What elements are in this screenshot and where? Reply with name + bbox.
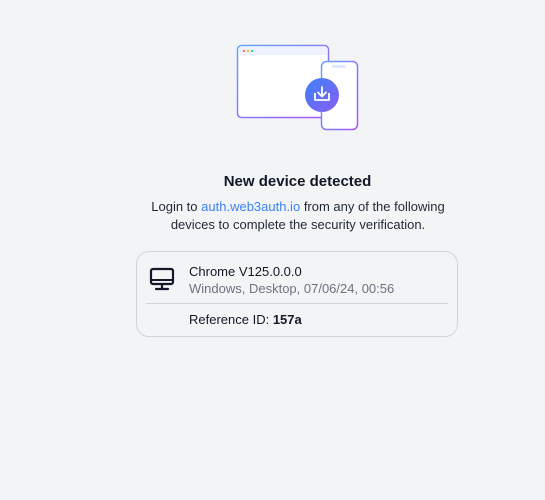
device-meta: Windows, Desktop, 07/06/24, 00:56	[189, 281, 395, 296]
instructions-text: Login to auth.web3auth.io from any of th…	[143, 198, 453, 234]
auth-domain-link[interactable]: auth.web3auth.io	[201, 199, 300, 214]
download-to-device-icon	[236, 44, 359, 131]
reference-id: Reference ID: 157a	[189, 312, 302, 327]
page: New device detected Login to auth.web3au…	[0, 0, 545, 500]
reference-value: 157a	[272, 312, 302, 327]
reference-label: Reference ID:	[189, 312, 270, 327]
instructions-prefix: Login to	[151, 199, 198, 214]
card-divider	[146, 303, 448, 304]
desktop-monitor-icon	[149, 267, 175, 291]
device-card: Chrome V125.0.0.0 Windows, Desktop, 07/0…	[136, 251, 458, 337]
device-name: Chrome V125.0.0.0	[189, 264, 302, 279]
page-title: New device detected	[223, 173, 372, 190]
